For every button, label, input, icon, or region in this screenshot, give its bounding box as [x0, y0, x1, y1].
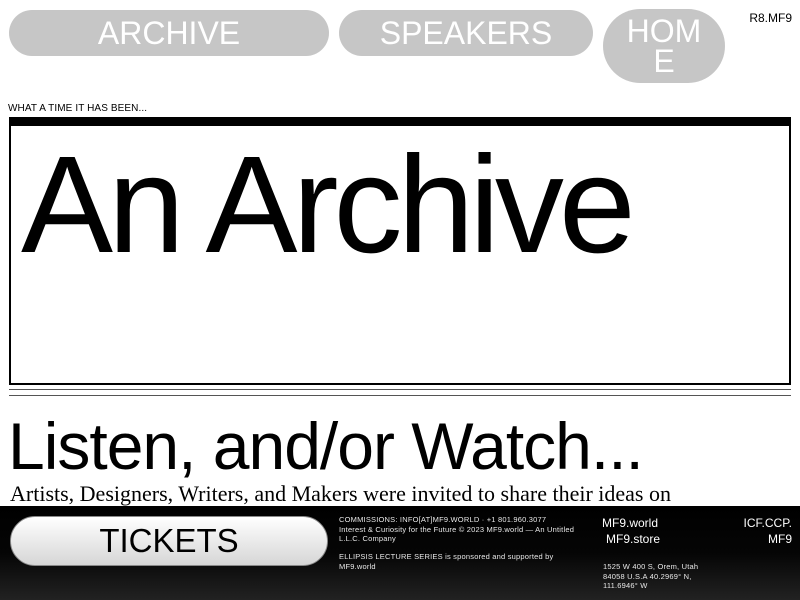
site-code: R8.MF9	[749, 11, 792, 25]
divider-top	[9, 389, 791, 390]
footer: TICKETS COMMISSIONS: INFO[AT]MF9.WORLD ·…	[0, 506, 800, 600]
footer-contact: COMMISSIONS: INFO[AT]MF9.WORLD · +1 801.…	[339, 515, 589, 544]
section-title: Listen, and/or Watch...	[8, 409, 644, 483]
hero-eyebrow: WHAT A TIME IT HAS BEEN...	[8, 103, 148, 114]
hero-frame: An Archive	[9, 117, 791, 385]
footer-links: MF9.world MF9.store	[602, 515, 660, 547]
page-title: An Archive	[21, 128, 636, 282]
sponsor-text: ELLIPSIS LECTURE SERIES is sponsored and…	[339, 552, 554, 571]
nav-home-button[interactable]: HOME	[603, 9, 725, 83]
link-mf9-store[interactable]: MF9.store	[602, 531, 660, 547]
nav-archive-button[interactable]: ARCHIVE	[9, 10, 329, 56]
tickets-button[interactable]: TICKETS	[10, 516, 328, 566]
divider-bottom	[9, 395, 791, 396]
section-intro: Artists, Designers, Writers, and Makers …	[10, 481, 671, 506]
nav-speakers-button[interactable]: SPEAKERS	[339, 10, 593, 56]
copyright-text: Interest & Curiosity for the Future © 20…	[339, 524, 575, 544]
address-text: 1525 W 400 S, Orem, Utah 84058 U.S.A 40.…	[603, 562, 699, 590]
commissions-text[interactable]: COMMISSIONS: INFO[AT]MF9.WORLD · +1 801.…	[339, 515, 589, 525]
icf-code: ICF.CCP. MF9	[743, 516, 792, 546]
link-mf9-world[interactable]: MF9.world	[602, 515, 660, 531]
